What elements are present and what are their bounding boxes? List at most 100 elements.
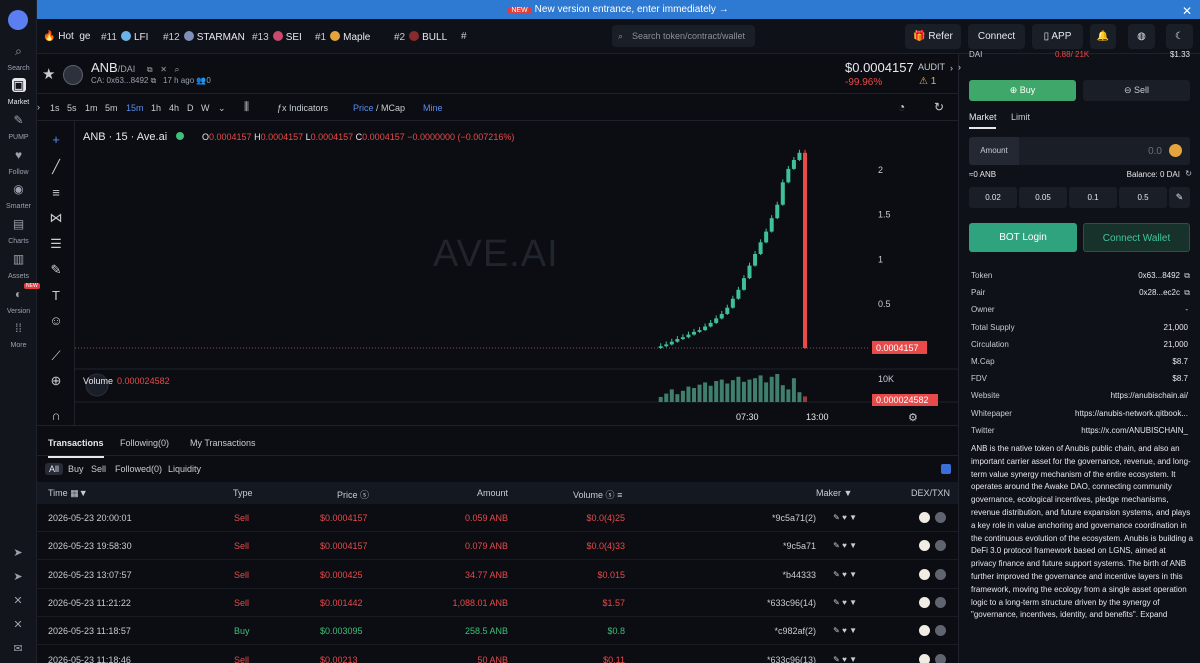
filter-sell[interactable]: Sell [87,463,110,475]
collapse-panel-icon[interactable]: › [950,63,953,73]
cell-maker[interactable]: *b44333 [782,570,816,580]
timeframe-1s[interactable]: 1s [50,103,60,113]
preset-amount[interactable]: 0.1 [1069,187,1117,208]
nav-charts[interactable]: ▤ Charts [0,217,37,246]
magnet-icon[interactable]: ∩ [47,407,65,425]
ruler-icon[interactable]: ⟋ [47,347,65,365]
crosshair-icon[interactable]: + [47,131,65,149]
price-mcap-toggle[interactable]: Price / MCap [353,103,405,113]
filter-liquidity[interactable]: Liquidity [164,463,205,475]
announcement-banner[interactable]: NEW New version entrance, enter immediate… [37,0,1200,19]
zoom-in-icon[interactable]: ⊕ [47,372,65,390]
nav-search[interactable]: ⌕ Search [0,44,37,73]
ticker-item[interactable]: #11 LFI [101,31,148,43]
maker-actions-icon[interactable]: ✎ ♥ ▼ [833,655,857,663]
alert-icon[interactable]: ◔ [898,100,905,114]
refer-button[interactable]: 🎁 Refer [905,24,961,49]
trendline-icon[interactable]: ╱ [47,158,65,176]
nav-follow[interactable]: ♥ Follow [0,148,37,177]
telegram-icon[interactable]: ➤ [11,570,25,584]
info-value[interactable]: https://anubischain.ai/ [1111,391,1188,400]
table-row[interactable]: 2026-05-23 20:00:01 Sell $0.0004157 0.059 A… [37,504,958,532]
tx-link-icon[interactable] [935,568,946,580]
horizontal-lines-icon[interactable]: ≡ [47,184,65,202]
price-chart[interactable]: AVE.AI 2 1.5 1 0.5 0.0004157 10K 0.000024582 07… [75,121,958,425]
maker-actions-icon[interactable]: ✎ ♥ ▼ [833,570,857,579]
filter-all[interactable]: All [45,463,64,475]
ticker-item[interactable]: #13 SEI [252,31,302,43]
timeframe-15m[interactable]: 15m [126,103,144,113]
col-volume[interactable]: Volume ⓢ ≡ [573,488,622,501]
nav-market[interactable]: ▣ Market [0,78,37,107]
col-price[interactable]: Price ⓢ [337,488,369,501]
preset-amount[interactable]: 0.5 [1119,187,1167,208]
globe-icon[interactable]: ◍ [1128,24,1155,49]
nav-more[interactable]: ⁞⁞ More [0,321,37,350]
pattern-icon[interactable]: ⋈ [47,209,65,227]
tab-following[interactable]: Following(0) [120,438,169,448]
nav-version[interactable]: ◐ Version NEW [0,283,40,316]
theme-toggle-icon[interactable]: ☾ [1166,24,1193,49]
timeframe-4h[interactable]: 4h [169,103,179,113]
audit-warning[interactable]: ⚠ 1 [919,76,936,87]
table-row[interactable]: 2026-05-23 11:18:46 Sell $0.00213 50 ANB $0.… [37,646,958,663]
maker-actions-icon[interactable]: ✎ ♥ ▼ [833,541,857,550]
contract-address[interactable]: CA: 0x63...8492 ⧉ 17 h ago 👥0 [91,76,211,86]
edit-presets-icon[interactable]: ✎ [1169,187,1190,208]
mine-toggle[interactable]: Mine [423,103,443,113]
tx-link-icon[interactable] [935,653,946,663]
copy-icon[interactable]: ⧉ [147,65,153,74]
amount-input[interactable]: Amount 0.0 [969,137,1190,165]
info-value[interactable]: 0x63...8492 [1138,271,1180,280]
timeframe-d[interactable]: D [187,103,194,113]
preset-amount[interactable]: 0.05 [1019,187,1067,208]
table-row[interactable]: 2026-05-23 11:21:22 Sell $0.001442 1,088.01… [37,589,958,617]
info-value[interactable]: https://anubis-network.qitbook... [1075,409,1188,418]
cell-maker[interactable]: *9c5a71(2) [772,513,816,523]
fib-icon[interactable]: ☰ [47,235,65,253]
text-icon[interactable]: T [47,287,65,305]
ticker-item[interactable]: #1 Maple [315,31,370,43]
tab-market-order[interactable]: Market [969,112,997,122]
brush-icon[interactable]: ✎ [47,261,65,279]
tx-link-icon[interactable] [935,540,946,552]
chart-toggle-icon[interactable] [941,464,951,474]
tx-link-icon[interactable] [935,512,946,523]
nav-smarter[interactable]: ◉ Smarter [0,182,37,211]
connect-button[interactable]: Connect [968,24,1025,49]
timeframe-1m[interactable]: 1m [85,103,98,113]
tab-limit-order[interactable]: Limit [1011,112,1030,122]
indicators-button[interactable]: ƒx Indicators [277,103,328,113]
timeframe-5m[interactable]: 5m [105,103,118,113]
expand-tools-icon[interactable]: › [37,102,40,112]
x-icon[interactable]: ✕ [11,618,25,632]
table-row[interactable]: 2026-05-23 11:18:57 Buy $0.003095 258.5 ANB… [37,617,958,646]
candle-type-icon[interactable]: ⫼ [244,101,249,114]
maker-actions-icon[interactable]: ✎ ♥ ▼ [833,513,857,522]
maker-actions-icon[interactable]: ✎ ♥ ▼ [833,626,857,635]
telegram-icon[interactable]: ➤ [11,546,25,560]
search-icon[interactable]: ⌕ [175,64,180,74]
emoji-icon[interactable]: ☺ [47,312,65,330]
filter-buy[interactable]: Buy [64,463,88,475]
timeframe-1h[interactable]: 1h [151,103,161,113]
table-row[interactable]: 2026-05-23 19:58:30 Sell $0.0004157 0.079 A… [37,532,958,561]
info-value[interactable]: https://x.com/ANUBISCHAIN_ [1081,426,1188,435]
x-icon[interactable]: ✕ [160,65,167,74]
filter-followed[interactable]: Followed(0) [111,463,166,475]
favorite-star-icon[interactable]: ★ [42,65,55,83]
cell-maker[interactable]: *633c96(14) [767,598,816,608]
cell-maker[interactable]: *9c5a71 [783,541,816,551]
settings-icon[interactable]: ⚙ [908,412,918,424]
col-time[interactable]: Time ▦▼ [48,488,88,499]
tx-link-icon[interactable] [935,596,946,608]
timeframe-5s[interactable]: 5s [67,103,77,113]
hot-label[interactable]: 🔥 Hot ge [43,31,90,42]
ticker-item[interactable]: #2 BULL [394,31,447,43]
bot-login-button[interactable]: BOT Login [969,223,1077,252]
ticker-item[interactable]: # [461,31,471,42]
tab-transactions[interactable]: Transactions [48,438,104,458]
nav-assets[interactable]: ▥ Assets [0,252,37,281]
preset-amount[interactable]: 0.02 [969,187,1017,208]
ave-logo[interactable] [8,10,28,30]
